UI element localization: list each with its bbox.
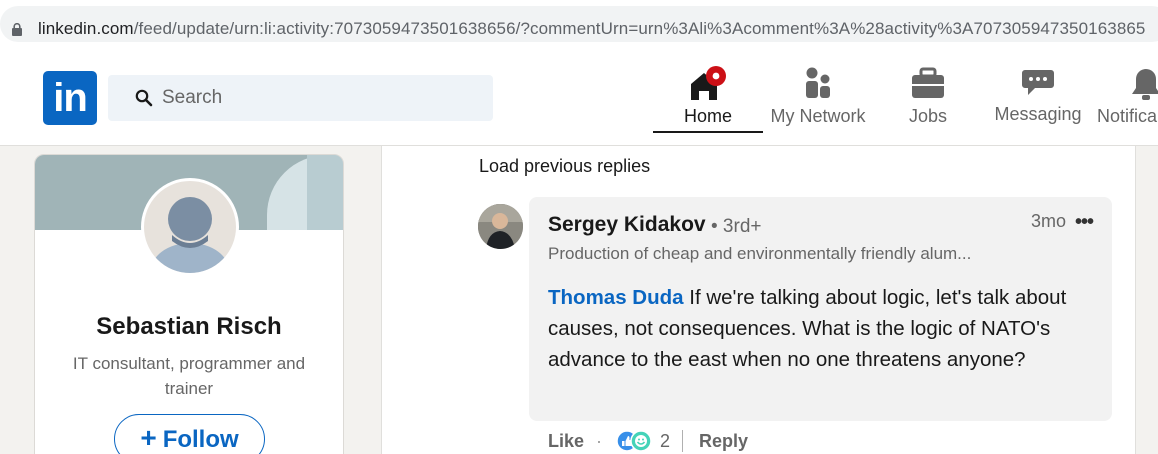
briefcase-icon: [912, 67, 944, 98]
search-box[interactable]: [108, 75, 493, 121]
profile-headline: IT consultant, programmer and trainer: [72, 354, 306, 398]
nav-notifications[interactable]: Notifica: [1093, 48, 1158, 146]
reaction-icons: [616, 430, 652, 452]
comment-bubble: Sergey Kidakov • 3rd+ 3mo ••• Production…: [529, 197, 1112, 421]
active-indicator: [653, 131, 763, 133]
load-previous-replies[interactable]: Load previous replies: [479, 156, 650, 177]
nav-my-network[interactable]: My Network: [763, 48, 873, 146]
nav-jobs[interactable]: Jobs: [873, 48, 983, 146]
default-avatar-icon: [150, 197, 230, 273]
profile-name[interactable]: Sebastian Risch: [35, 313, 343, 341]
nav-home[interactable]: Home: [653, 48, 763, 146]
url-text: linkedin.com/feed/update/urn:li:activity…: [38, 19, 1145, 39]
url-path: /feed/update/urn:li:activity:70730594735…: [133, 19, 1146, 38]
banner-shape: [307, 155, 343, 230]
connection-degree: • 3rd+: [711, 216, 762, 237]
divider: [682, 430, 684, 452]
network-icon: [806, 67, 830, 98]
follow-label: Follow: [162, 426, 239, 453]
comment-actions: Like · 2 Reply: [548, 429, 748, 453]
comment-time: 3mo: [1031, 211, 1067, 231]
reaction-count[interactable]: 2: [660, 431, 670, 452]
reply-button[interactable]: Reply: [699, 431, 748, 452]
bell-icon: [1132, 69, 1158, 100]
follow-button[interactable]: + Follow: [114, 414, 265, 454]
nav-jobs-label: Jobs: [908, 106, 948, 126]
commenter-avatar[interactable]: [478, 204, 523, 249]
reactions[interactable]: [616, 430, 652, 452]
avatar[interactable]: [141, 178, 239, 276]
messaging-icon: [1022, 70, 1054, 95]
browser-url-bar: linkedin.com/feed/update/urn:li:activity…: [0, 0, 1158, 48]
commenter-photo: [478, 204, 523, 249]
nav-notifications-label: Notifica: [1097, 106, 1158, 126]
url-host: linkedin.com: [38, 19, 134, 38]
comment-text: Thomas Duda If we're talking about logic…: [548, 282, 1088, 375]
feed-post: Load previous replies Sergey Kidakov • 3…: [381, 146, 1136, 454]
comment-author-headline: Production of cheap and environmentally …: [548, 244, 972, 263]
lock-icon: [12, 23, 22, 36]
nav-my-network-label: My Network: [770, 106, 866, 126]
comment-author[interactable]: Sergey Kidakov: [548, 213, 706, 237]
search-input[interactable]: [162, 75, 482, 121]
nav-messaging[interactable]: Messaging: [983, 48, 1093, 146]
home-icon: [691, 66, 726, 100]
mention-link[interactable]: Thomas Duda: [548, 286, 684, 309]
linkedin-header: in Home My Network J: [0, 48, 1158, 146]
linkedin-logo[interactable]: in: [43, 71, 97, 125]
like-button[interactable]: Like: [548, 431, 584, 452]
address-field[interactable]: linkedin.com/feed/update/urn:li:activity…: [0, 6, 1158, 42]
nav-home-label: Home: [683, 106, 732, 126]
nav-messaging-label: Messaging: [994, 104, 1082, 124]
search-icon: [135, 89, 153, 107]
separator-dot: ·: [596, 430, 603, 451]
more-options-icon[interactable]: •••: [1075, 211, 1094, 234]
profile-card: Sebastian Risch IT consultant, programme…: [34, 154, 344, 454]
plus-icon: +: [140, 422, 157, 453]
